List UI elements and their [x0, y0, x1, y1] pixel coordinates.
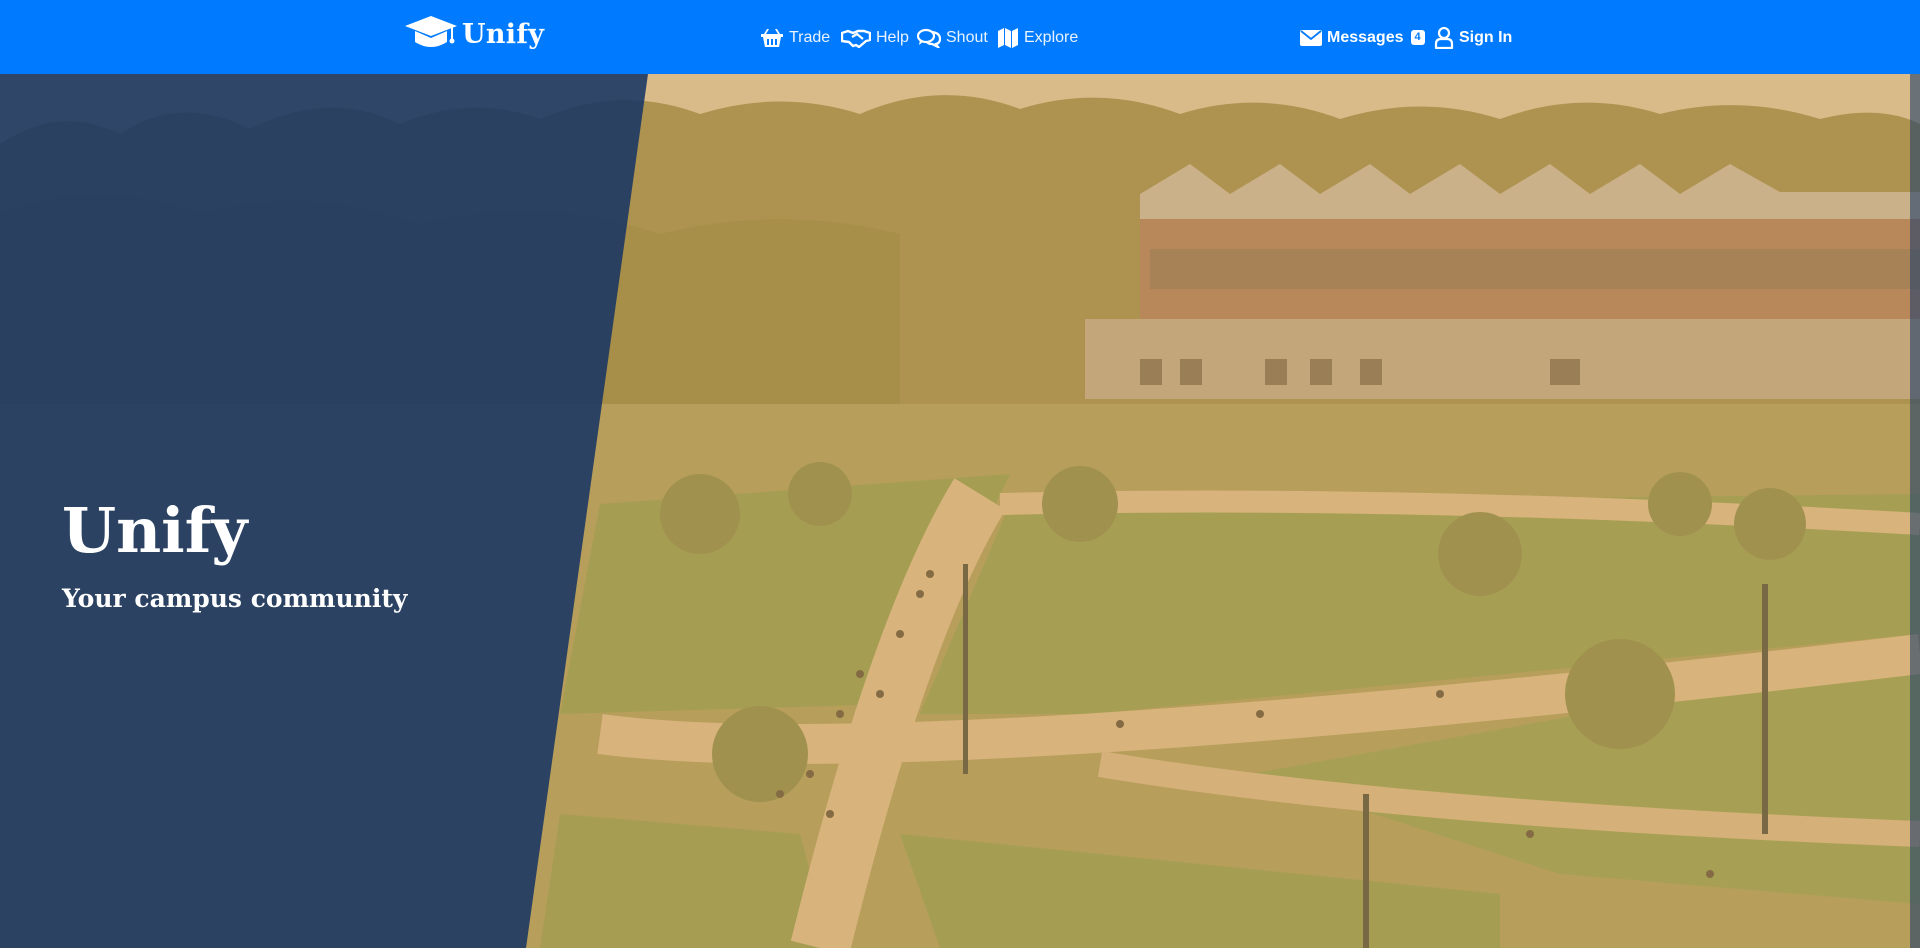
hero-subtitle: Your campus community [62, 584, 408, 613]
nav-trade[interactable]: Trade [760, 24, 830, 51]
hero-section: Unify Your campus community [0, 74, 1920, 948]
nav-sign-in[interactable]: Sign In [1434, 24, 1512, 51]
nav-explore[interactable]: Explore [997, 24, 1078, 51]
nav-help-label: Help [876, 28, 909, 46]
nav-messages-label: Messages [1327, 28, 1404, 46]
nav-sign-in-label: Sign In [1459, 28, 1513, 46]
brand-name: Unify [462, 18, 545, 50]
graduation-cap-icon [404, 14, 458, 55]
nav-help[interactable]: Help [841, 24, 909, 51]
nav-shout-label: Shout [946, 28, 988, 46]
brand-logo-link[interactable]: Unify [404, 14, 544, 54]
top-navbar: Unify Trade Help Shout Explore Messages … [0, 0, 1920, 74]
map-icon [997, 27, 1019, 49]
user-icon [1434, 26, 1454, 49]
comments-icon [917, 28, 941, 48]
nav-messages[interactable]: Messages 4 [1300, 24, 1425, 51]
handshake-icon [841, 28, 871, 48]
nav-shout[interactable]: Shout [917, 24, 988, 51]
hero-title: Unify [62, 494, 248, 567]
basket-icon [760, 28, 784, 48]
nav-trade-label: Trade [789, 28, 831, 46]
messages-count-badge: 4 [1410, 30, 1425, 45]
envelope-icon [1300, 29, 1322, 47]
nav-explore-label: Explore [1024, 28, 1079, 46]
